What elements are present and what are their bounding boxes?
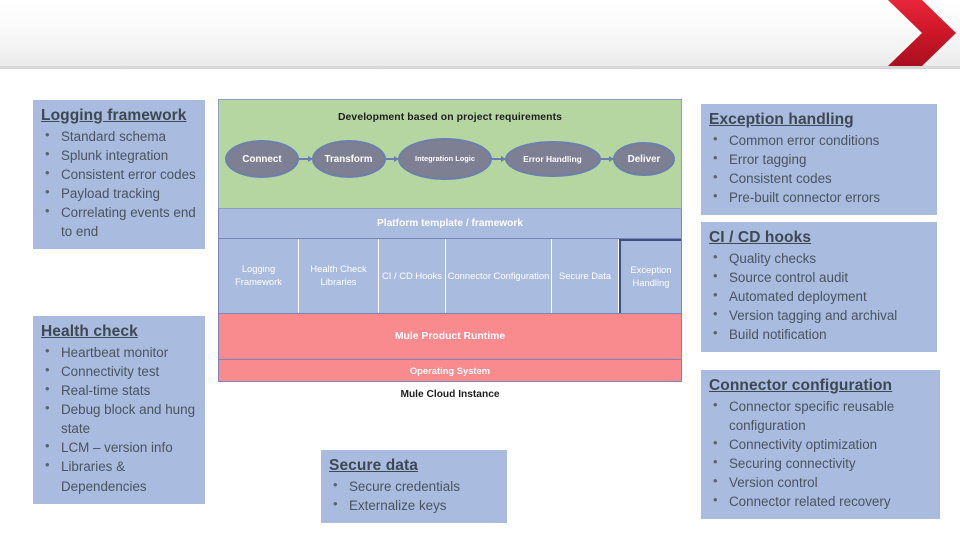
diagram-caption: Mule Cloud Instance [400, 389, 500, 400]
list-item: Standard schema [41, 126, 197, 146]
callout-list: Heartbeat monitor Connectivity test Real… [41, 342, 197, 496]
list-item: Debug block and hung state [41, 399, 197, 438]
cell-exception-handling: Exception Handling [619, 239, 681, 313]
callout-list: Quality checks Source control audit Auto… [709, 248, 929, 345]
flow-node-connect: Connect [225, 140, 299, 178]
callout-title: CI / CD hooks [709, 229, 812, 246]
operating-system-layer: Operating System [218, 360, 682, 382]
flow-node-deliver: Deliver [613, 142, 675, 176]
list-item: Connectivity optimization [709, 434, 932, 454]
flow-arrow-icon [492, 155, 505, 162]
callout-logging-framework: Logging framework Standard schema Splunk… [33, 100, 205, 250]
list-item: Build notification [709, 324, 929, 344]
list-item: LCM – version info [41, 437, 197, 457]
flow-arrow-icon [299, 155, 312, 162]
list-item: Pre-built connector errors [709, 187, 929, 207]
callout-list: Common error conditions Error tagging Co… [709, 130, 929, 208]
list-item: Securing connectivity [709, 453, 932, 473]
flow-node-error-handling: Error Handling [504, 141, 601, 177]
callout-title: Logging framework [41, 107, 187, 124]
callout-connector-configuration: Connector configuration Connector specif… [701, 370, 940, 520]
callout-title: Exception handling [709, 111, 854, 128]
mule-product-runtime-layer: Mule Product Runtime [218, 314, 682, 360]
callout-list: Connector specific reusable configuratio… [709, 396, 932, 512]
callout-title: Secure data [329, 457, 418, 474]
list-item: Connector specific reusable configuratio… [709, 396, 932, 435]
list-item: Connector related recovery [709, 491, 932, 511]
header-band [0, 0, 960, 69]
callout-ci-cd-hooks: CI / CD hooks Quality checks Source cont… [701, 222, 937, 353]
callout-health-check: Health check Heartbeat monitor Connectiv… [33, 316, 205, 504]
platform-template-layer: Platform template / framework [218, 209, 682, 239]
flow-arrow-icon [600, 155, 614, 162]
platform-template-label: Platform template / framework [376, 218, 524, 229]
red-chevron-icon [888, 0, 956, 66]
callout-title: Connector configuration [709, 377, 893, 394]
callout-title: Health check [41, 323, 138, 340]
header-shadow [0, 66, 960, 71]
list-item: Splunk integration [41, 145, 197, 165]
list-item: Secure credentials [329, 476, 499, 496]
cell-logging-framework: Logging Framework [219, 239, 299, 313]
development-layer-title: Development based on project requirement… [337, 112, 563, 123]
cell-secure-data: Secure Data [552, 239, 619, 313]
list-item: Payload tracking [41, 183, 197, 203]
list-item: Libraries & Dependencies [41, 456, 197, 495]
list-item: Source control audit [709, 267, 929, 287]
flow-node-transform: Transform [311, 140, 386, 178]
list-item: Connectivity test [41, 361, 197, 381]
callout-list: Standard schema Splunk integration Consi… [41, 126, 197, 242]
callout-exception-handling: Exception handling Common error conditio… [701, 104, 937, 216]
list-item: Quality checks [709, 248, 929, 268]
mule-cloud-instance-diagram: Development based on project requirement… [218, 99, 682, 400]
list-item: Externalize keys [329, 495, 499, 515]
list-item: Version control [709, 472, 932, 492]
development-layer: Development based on project requirement… [218, 99, 682, 209]
os-label: Operating System [409, 365, 491, 376]
list-item: Common error conditions [709, 130, 929, 150]
list-item: Consistent error codes [41, 164, 197, 184]
platform-capability-cells: Logging Framework Health Check Libraries… [218, 239, 682, 314]
list-item: Consistent codes [709, 168, 929, 188]
list-item: Automated deployment [709, 286, 929, 306]
flow-arrow-icon [385, 155, 399, 162]
list-item: Real-time stats [41, 380, 197, 400]
cell-ci-cd-hooks: CI / CD Hooks [379, 239, 446, 313]
callout-secure-data: Secure data Secure credentials Externali… [321, 450, 507, 523]
cell-connector-configuration: Connector Configuration [446, 239, 552, 313]
flow-node-integration-logic: Integration Logic [398, 138, 492, 180]
list-item: Version tagging and archival [709, 305, 929, 325]
callout-list: Secure credentials Externalize keys [329, 476, 499, 515]
integration-flow: Connect Transform Integration Logic Erro… [225, 138, 675, 180]
cell-health-check-libraries: Health Check Libraries [299, 239, 379, 313]
list-item: Correlating events end to end [41, 202, 197, 241]
list-item: Heartbeat monitor [41, 342, 197, 362]
runtime-label: Mule Product Runtime [394, 331, 506, 342]
list-item: Error tagging [709, 149, 929, 169]
